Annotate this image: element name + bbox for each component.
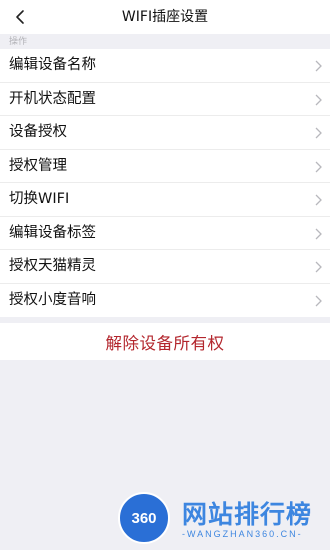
watermark: 360 网站排行榜 -WANGZHAN360.CN- bbox=[118, 489, 330, 547]
menu-item-switch-wifi[interactable]: 切换WIFI bbox=[0, 183, 330, 217]
chevron-right-icon bbox=[315, 60, 322, 72]
menu-item-label: 授权管理 bbox=[9, 157, 67, 174]
remove-ownership-label: 解除设备所有权 bbox=[105, 333, 225, 353]
menu-item-authorize-tmall-genie[interactable]: 授权天猫精灵 bbox=[0, 250, 330, 284]
chevron-right-icon bbox=[315, 261, 322, 273]
watermark-brand: 网站排行榜 bbox=[182, 500, 313, 529]
menu-item-authorize-xiaodu-speaker[interactable]: 授权小度音响 bbox=[0, 284, 330, 318]
menu-item-authorization-management[interactable]: 授权管理 bbox=[0, 150, 330, 183]
chevron-right-icon bbox=[315, 228, 322, 239]
page-title: WIFI插座设置 bbox=[121, 9, 209, 25]
menu-item-label: 编辑设备标签 bbox=[9, 224, 96, 241]
menu-item-label: 设备授权 bbox=[9, 124, 67, 140]
menu-item-label: 开机状态配置 bbox=[9, 90, 96, 107]
watermark-logo: 360 bbox=[118, 492, 170, 544]
menu-item-edit-device-name[interactable]: 编辑设备名称 bbox=[0, 49, 330, 83]
watermark-url: -WANGZHAN360.CN- bbox=[182, 529, 303, 539]
chevron-right-icon bbox=[315, 94, 322, 105]
chevron-right-icon bbox=[315, 161, 322, 172]
chevron-right-icon bbox=[315, 194, 322, 206]
menu-item-device-authorization[interactable]: 设备授权 bbox=[0, 116, 330, 150]
menu-item-label: 授权小度音响 bbox=[9, 291, 96, 308]
settings-list: 编辑设备名称 开机状态配置 设备授权 授权管理 切换WIFI 编辑设备标签 授权… bbox=[0, 49, 330, 317]
chevron-right-icon bbox=[315, 295, 322, 306]
nav-bar: WIFI插座设置 bbox=[0, 0, 330, 34]
menu-item-power-on-state[interactable]: 开机状态配置 bbox=[0, 83, 330, 116]
menu-item-edit-device-tags[interactable]: 编辑设备标签 bbox=[0, 217, 330, 250]
menu-item-label: 编辑设备名称 bbox=[9, 57, 96, 73]
chevron-right-icon bbox=[315, 127, 322, 139]
remove-ownership-button[interactable]: 解除设备所有权 bbox=[0, 323, 330, 360]
section-label: 操作 bbox=[9, 37, 28, 47]
menu-item-label: 切换WIFI bbox=[9, 191, 70, 207]
menu-item-label: 授权天猫精灵 bbox=[9, 258, 96, 274]
